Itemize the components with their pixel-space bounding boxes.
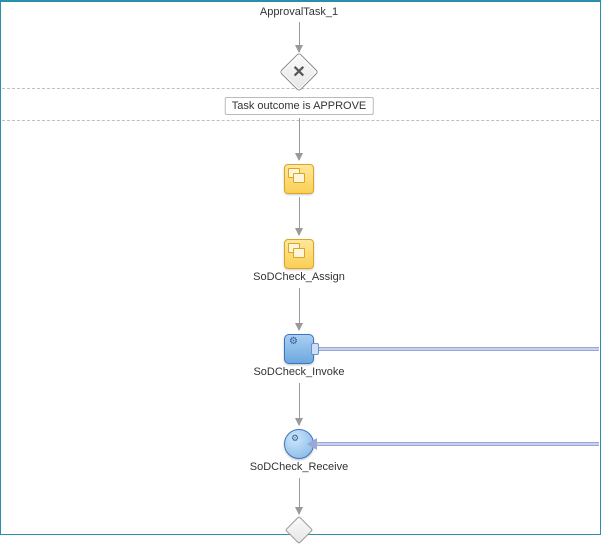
flow-connector: [299, 197, 300, 235]
sodcheck-assign-label: SoDCheck_Assign: [199, 271, 399, 283]
merge-gateway[interactable]: [285, 516, 313, 544]
assign-activity[interactable]: [284, 164, 314, 194]
sodcheck-receive-label: SoDCheck_Receive: [199, 461, 399, 473]
flow-connector: [299, 288, 300, 330]
gateway-x-icon: ✕: [286, 59, 312, 85]
sodcheck-assign-activity[interactable]: [284, 239, 314, 269]
partner-link-connector: [319, 347, 599, 351]
exclusive-gateway[interactable]: ✕: [279, 52, 319, 92]
arrowhead-icon: [307, 438, 317, 450]
condition-badge[interactable]: Task outcome is APPROVE: [225, 97, 374, 115]
sodcheck-invoke-label: SoDCheck_Invoke: [199, 366, 399, 378]
lane-divider: [2, 120, 599, 121]
partner-link-connector: [315, 442, 599, 446]
flow-connector: [299, 22, 300, 52]
invoke-port-icon: [311, 343, 319, 355]
flow-connector: [299, 383, 300, 425]
sodcheck-invoke-activity[interactable]: [284, 334, 314, 364]
bpel-canvas[interactable]: ApprovalTask_1 ✕ Task outcome is APPROVE…: [0, 0, 601, 535]
approval-task-label: ApprovalTask_1: [199, 6, 399, 18]
flow-connector: [299, 478, 300, 514]
flow-connector: [299, 118, 300, 160]
